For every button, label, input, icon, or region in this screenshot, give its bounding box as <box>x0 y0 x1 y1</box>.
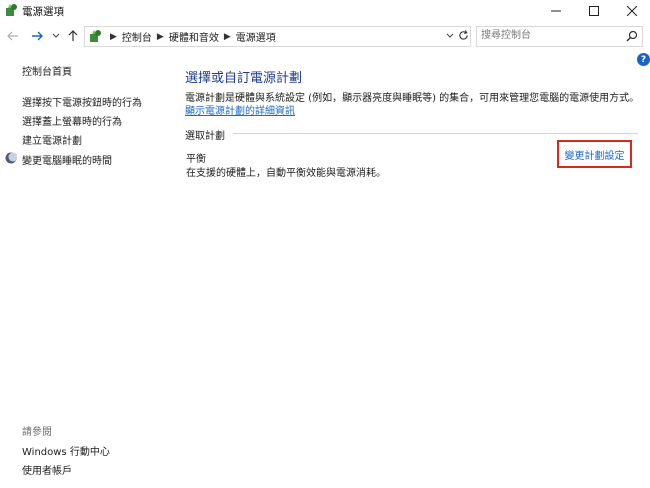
search-input[interactable] <box>481 28 619 43</box>
see-also-label: 請參閱 <box>22 427 52 438</box>
page-title: 選擇或自訂電源計劃 <box>185 71 303 86</box>
sleep-moon-icon <box>5 152 18 164</box>
plan-description: 在支援的硬體上，自動平衡效能與電源消耗。 <box>186 168 386 179</box>
address-bar[interactable]: ▶ 控制台 ▶ 硬體和音效 ▶ 電源選項 <box>84 26 471 47</box>
breadcrumb-separator-icon[interactable]: ▶ <box>157 32 164 42</box>
forward-arrow-icon[interactable] <box>30 28 44 44</box>
breadcrumb: ▶ 控制台 ▶ 硬體和音效 ▶ 電源選項 <box>105 27 276 46</box>
minimize-button[interactable] <box>538 0 574 22</box>
search-icon[interactable] <box>626 30 638 42</box>
window-title: 電源選項 <box>22 6 64 18</box>
refresh-icon[interactable] <box>456 26 470 45</box>
up-arrow-icon[interactable] <box>66 28 80 44</box>
section-label: 選取計劃 <box>185 131 225 142</box>
sidebar-item-action-center[interactable]: Windows 行動中心 <box>22 443 110 458</box>
sidebar-item-control-panel-home[interactable]: 控制台首頁 <box>22 63 72 78</box>
chevron-down-icon[interactable] <box>51 28 61 44</box>
address-dropdown-icon[interactable] <box>444 26 456 45</box>
sidebar-item-create-plan[interactable]: 建立電源計劃 <box>22 132 82 147</box>
search-box[interactable] <box>476 26 643 47</box>
plan-name: 平衡 <box>186 154 206 165</box>
breadcrumb-hardware-sound[interactable]: 硬體和音效 <box>169 29 219 44</box>
sidebar-item-lid-close[interactable]: 選擇蓋上螢幕時的行為 <box>22 113 122 128</box>
title-bar: 電源選項 <box>0 0 650 22</box>
section-divider <box>233 133 638 134</box>
breadcrumb-power-options[interactable]: 電源選項 <box>236 29 276 44</box>
control-panel-icon <box>88 29 102 43</box>
sidebar-item-user-accounts[interactable]: 使用者帳戶 <box>22 462 72 477</box>
sidebar-item-sleep-time[interactable]: 變更電腦睡眠的時間 <box>22 152 112 167</box>
breadcrumb-separator-icon[interactable]: ▶ <box>224 32 231 42</box>
help-icon[interactable]: ? <box>637 53 650 66</box>
sidebar-item-power-button[interactable]: 選擇按下電源按鈕時的行為 <box>22 94 142 109</box>
change-plan-settings-link[interactable]: 變更計劃設定 <box>557 140 632 168</box>
maximize-button[interactable] <box>576 0 612 22</box>
breadcrumb-control-panel[interactable]: 控制台 <box>122 29 152 44</box>
power-options-icon <box>4 3 18 17</box>
close-button[interactable] <box>614 0 650 22</box>
breadcrumb-separator-icon[interactable]: ▶ <box>110 32 117 42</box>
back-arrow-icon[interactable] <box>6 28 20 44</box>
plan-details-link[interactable]: 顯示電源計劃的詳細資訊 <box>185 102 295 117</box>
